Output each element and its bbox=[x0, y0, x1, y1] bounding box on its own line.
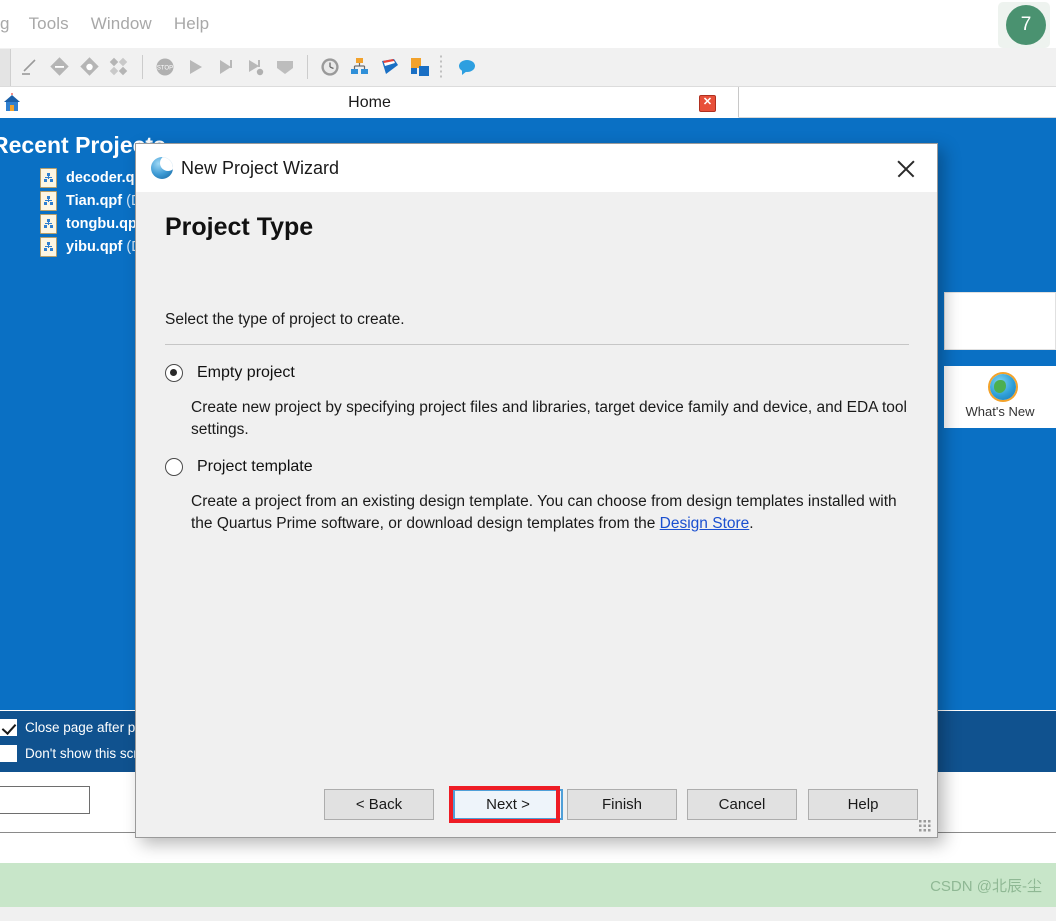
watermark-text: CSDN @北辰-尘 bbox=[930, 878, 1042, 895]
toolbar-overflow-handle[interactable] bbox=[439, 54, 444, 80]
page-subtitle: Select the type of project to create. bbox=[165, 311, 405, 328]
application-window: g Tools Window Help 7 STOP Home ✕ Recent… bbox=[0, 0, 1056, 921]
radio-indicator[interactable] bbox=[165, 458, 183, 476]
menu-item-window[interactable]: Window bbox=[80, 0, 163, 48]
finish-button[interactable]: Finish bbox=[567, 789, 677, 820]
back-button[interactable]: < Back bbox=[324, 789, 434, 820]
project-file-icon bbox=[40, 236, 57, 257]
design-store-link[interactable]: Design Store bbox=[660, 515, 750, 532]
checkbox-dont-show-screen[interactable]: Don't show this scr bbox=[0, 745, 138, 762]
recent-project-name: yibu.qpf bbox=[66, 238, 123, 255]
toolbar-drag-handle[interactable] bbox=[0, 48, 11, 86]
lower-text-input[interactable] bbox=[0, 786, 90, 814]
dialog-title-bar: New Project Wizard bbox=[136, 144, 937, 192]
checkbox-close-page-after[interactable]: Close page after pr bbox=[0, 719, 140, 736]
tab-home-label: Home bbox=[348, 94, 391, 111]
menu-item-tools[interactable]: Tools bbox=[18, 0, 80, 48]
empty-project-description: Create new project by specifying project… bbox=[191, 399, 907, 438]
radio-project-template[interactable]: Project template bbox=[165, 458, 313, 476]
template-description-tail: . bbox=[749, 515, 754, 532]
whats-new-card[interactable]: What's New bbox=[944, 366, 1056, 428]
notification-count-badge[interactable]: 7 bbox=[1006, 5, 1046, 45]
checkbox-label: Don't show this scr bbox=[25, 746, 138, 761]
checkbox-indicator[interactable] bbox=[0, 745, 17, 762]
project-template-description: Create a project from an existing design… bbox=[191, 491, 913, 535]
diamond-minus-icon[interactable] bbox=[47, 54, 73, 80]
stop-sign-icon[interactable]: STOP bbox=[152, 54, 178, 80]
cancel-button[interactable]: Cancel bbox=[687, 789, 797, 820]
dialog-content: Project Type Select the type of project … bbox=[136, 192, 937, 821]
template-description-text: Create a project from an existing design… bbox=[191, 493, 897, 532]
dialog-title: New Project Wizard bbox=[181, 158, 340, 178]
globe-refresh-icon bbox=[990, 374, 1016, 400]
dialog-button-bar: < Back Next > Finish Cancel Help bbox=[136, 789, 937, 837]
checkbox-indicator[interactable] bbox=[0, 719, 17, 736]
tab-bar: Home ✕ bbox=[0, 87, 1056, 118]
radio-indicator[interactable] bbox=[165, 364, 183, 382]
close-tab-icon[interactable]: ✕ bbox=[699, 95, 716, 112]
menu-item-help[interactable]: Help bbox=[163, 0, 220, 48]
diamond-clock-icon[interactable] bbox=[77, 54, 103, 80]
clock-icon[interactable] bbox=[317, 54, 343, 80]
next-button[interactable]: Next > bbox=[453, 789, 563, 820]
help-button[interactable]: Help bbox=[808, 789, 918, 820]
speech-bubble-icon[interactable] bbox=[454, 54, 480, 80]
hierarchy-icon[interactable] bbox=[347, 54, 373, 80]
close-icon[interactable] bbox=[895, 158, 917, 180]
menu-item-clipped[interactable]: g bbox=[0, 0, 18, 48]
page-title: Project Type bbox=[165, 213, 314, 241]
checkbox-label: Close page after pr bbox=[25, 720, 140, 735]
radio-label: Project template bbox=[197, 458, 313, 475]
toolbar-separator bbox=[307, 55, 308, 79]
whats-new-label: What's New bbox=[965, 404, 1035, 419]
dialog-resize-grip[interactable] bbox=[918, 819, 931, 832]
play-flag-icon[interactable] bbox=[212, 54, 238, 80]
project-file-icon bbox=[40, 167, 57, 188]
heading-divider bbox=[165, 344, 909, 345]
recent-project-name: Tian.qpf bbox=[66, 192, 123, 209]
watermark-band: CSDN @北辰-尘 bbox=[0, 863, 1056, 907]
pencil-line-icon[interactable] bbox=[17, 54, 43, 80]
svg-text:STOP: STOP bbox=[157, 66, 173, 72]
ribbon-icon[interactable] bbox=[377, 54, 403, 80]
radio-label: Empty project bbox=[197, 364, 295, 381]
diamond-scatter-icon[interactable] bbox=[107, 54, 133, 80]
project-file-icon bbox=[40, 190, 57, 211]
pentagon-down-icon[interactable] bbox=[272, 54, 298, 80]
new-project-wizard-dialog: New Project Wizard Project Type Select t… bbox=[135, 143, 938, 838]
play-flag-cancel-icon[interactable] bbox=[242, 54, 268, 80]
home-side-card[interactable] bbox=[944, 292, 1056, 350]
notification-badge-container[interactable]: 7 bbox=[998, 2, 1050, 48]
bottom-strip bbox=[0, 907, 1056, 921]
tab-home[interactable]: Home ✕ bbox=[0, 87, 739, 118]
play-icon[interactable] bbox=[182, 54, 208, 80]
radio-empty-project[interactable]: Empty project bbox=[165, 364, 295, 382]
recent-project-name: tongbu.qpf bbox=[66, 215, 142, 232]
project-file-icon bbox=[40, 213, 57, 234]
toolbar: STOP bbox=[0, 48, 1056, 87]
quartus-globe-icon bbox=[151, 157, 173, 179]
puzzle-icon[interactable] bbox=[407, 54, 433, 80]
toolbar-separator bbox=[142, 55, 143, 79]
menu-bar: g Tools Window Help 7 bbox=[0, 0, 1056, 48]
tab-bar-empty-area bbox=[739, 87, 1056, 118]
